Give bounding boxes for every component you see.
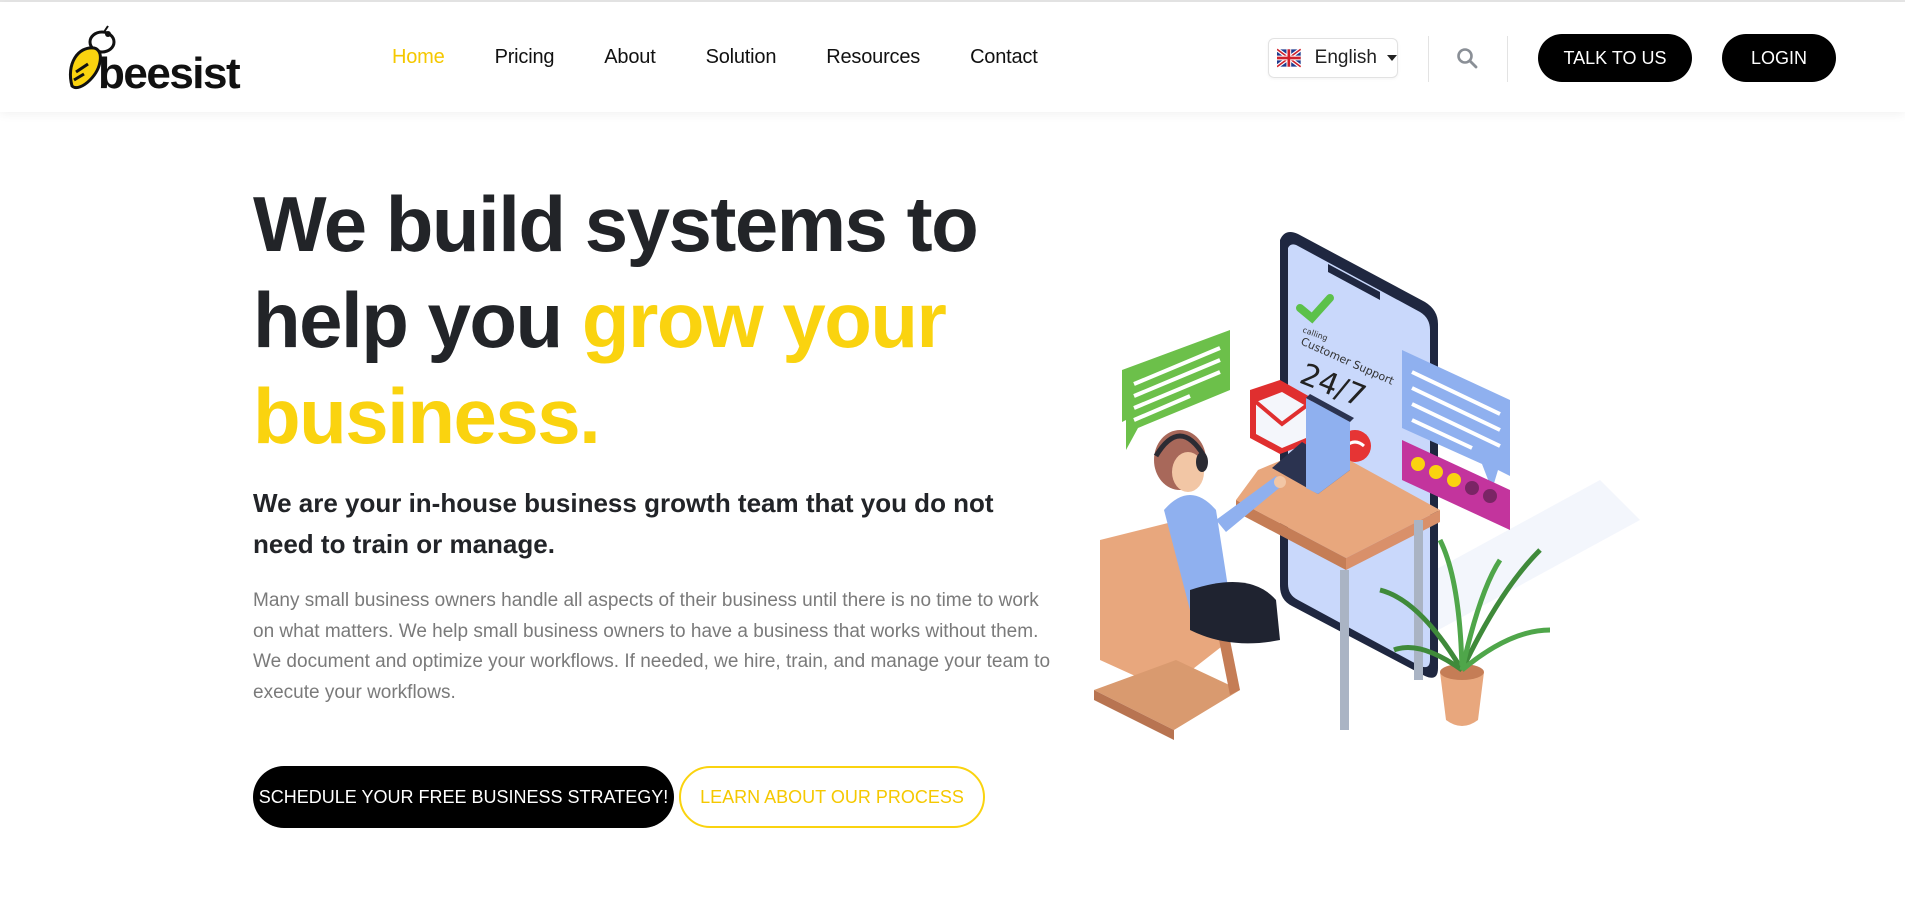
schedule-strategy-button[interactable]: SCHEDULE YOUR FREE BUSINESS STRATEGY! — [253, 766, 674, 828]
header-divider — [1507, 36, 1508, 82]
learn-process-button[interactable]: LEARN ABOUT OUR PROCESS — [679, 766, 985, 828]
nav-contact[interactable]: Contact — [970, 46, 1038, 69]
header-divider — [1428, 36, 1429, 82]
nav-home[interactable]: Home — [392, 46, 445, 69]
logo[interactable]: beesist — [64, 24, 241, 96]
uk-flag-icon — [1277, 47, 1301, 69]
login-button[interactable]: LOGIN — [1722, 34, 1836, 82]
site-header: beesist Home Pricing About Solution Reso… — [0, 2, 1905, 112]
chevron-down-icon — [1387, 55, 1397, 61]
nav-pricing[interactable]: Pricing — [495, 46, 555, 69]
hero-title: We build systems to help you grow your b… — [253, 176, 1073, 464]
customer-support-illustration: calling Customer Support 24/7 — [1094, 232, 1640, 740]
hero-subtitle: We are your in-house business growth tea… — [253, 488, 994, 559]
nav-solution[interactable]: Solution — [706, 46, 777, 69]
search-icon[interactable] — [1455, 46, 1479, 70]
logo-text: beesist — [98, 49, 241, 98]
nav-about[interactable]: About — [604, 46, 655, 69]
nav-resources[interactable]: Resources — [826, 46, 920, 69]
hero-description: Many small business owners handle all as… — [253, 590, 1051, 703]
language-label: English — [1314, 47, 1377, 68]
talk-to-us-button[interactable]: TALK TO US — [1538, 34, 1692, 82]
language-selector[interactable]: English — [1268, 38, 1398, 78]
main-nav: Home Pricing About Solution Resources Co… — [392, 2, 1088, 112]
